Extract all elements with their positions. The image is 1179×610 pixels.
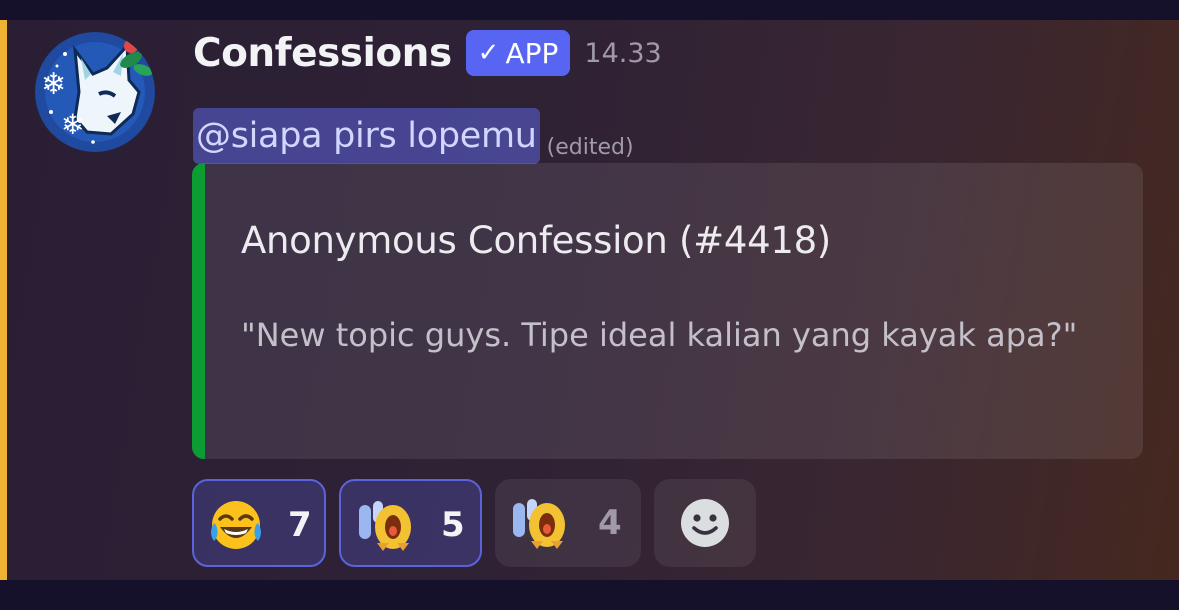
reaction-count: 4 <box>598 503 622 543</box>
crying-bird-emoji-icon <box>513 499 565 549</box>
smiley-add-reaction-icon <box>681 499 729 547</box>
app-badge-label: APP <box>505 36 559 70</box>
author-name[interactable]: Confessions <box>193 31 452 76</box>
reaction-joy[interactable]: 7 <box>192 479 326 567</box>
svg-text:❄: ❄ <box>41 67 66 102</box>
avatar[interactable]: ❄ ❄ <box>35 32 155 152</box>
reaction-count: 5 <box>441 505 465 545</box>
embed-title: Anonymous Confession (#4418) <box>241 219 831 262</box>
message[interactable]: ❄ ❄ Confessions ✓ APP 14.33 @siapa pirs … <box>0 20 1179 580</box>
svg-text:❄: ❄ <box>61 108 84 141</box>
joy-emoji-icon <box>211 501 261 549</box>
embed-card: Anonymous Confession (#4418) "New topic … <box>192 163 1143 459</box>
edited-label: (edited) <box>546 135 634 160</box>
verified-check-icon: ✓ <box>477 38 500 68</box>
reaction-count: 7 <box>288 505 312 545</box>
chat-window: ❄ ❄ Confessions ✓ APP 14.33 @siapa pirs … <box>0 0 1179 610</box>
app-badge: ✓ APP <box>465 30 571 76</box>
embed-description: "New topic guys. Tipe ideal kalian yang … <box>241 316 1078 354</box>
user-mention[interactable]: @siapa pirs lopemu <box>193 108 540 164</box>
message-content: @siapa pirs lopemu (edited) <box>193 108 634 164</box>
timestamp[interactable]: 14.33 <box>584 38 661 69</box>
reaction-crying-bird[interactable]: 5 <box>339 479 482 567</box>
fox-avatar-icon: ❄ ❄ <box>35 32 155 152</box>
crying-bird-emoji-icon <box>359 501 411 551</box>
embed-color-bar <box>192 163 205 459</box>
message-header: Confessions ✓ APP 14.33 <box>193 28 662 78</box>
mention-highlight-bar <box>0 20 7 580</box>
add-reaction-button[interactable] <box>654 479 756 567</box>
reaction-crying-bird[interactable]: 4 <box>495 479 641 567</box>
